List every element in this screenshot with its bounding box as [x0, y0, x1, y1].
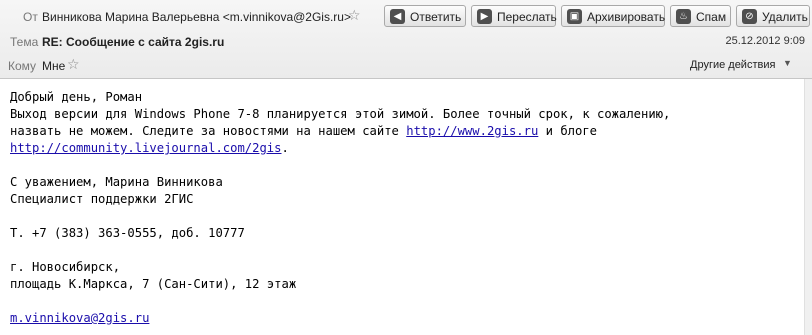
reply-label: Ответить [410, 10, 462, 24]
recipient-name[interactable]: Мне [42, 59, 65, 73]
other-actions-menu[interactable]: Другие действия ▼ [690, 58, 792, 71]
body-line-1: Выход версии для Windows Phone 7-8 плани… [10, 107, 671, 121]
from-row: От Винникова Марина Валерьевна <m.vinnik… [0, 0, 812, 32]
subject-label: Тема [10, 35, 39, 49]
sender-name[interactable]: Винникова Марина Валерьевна <m.vinnikova… [42, 10, 351, 24]
star-icon[interactable]: ☆ [348, 7, 361, 24]
city-line: г. Новосибирск, [10, 260, 121, 274]
reply-icon: ◀ [390, 9, 405, 24]
site-link[interactable]: http://www.2gis.ru [406, 124, 538, 138]
message-body: Добрый день, Роман Выход версии для Wind… [10, 89, 800, 327]
greeting-line: Добрый день, Роман [10, 90, 143, 104]
reply-button[interactable]: ◀ Ответить [384, 5, 466, 27]
body-line-3: http://community.livejournal.com/2gis. [10, 140, 800, 157]
other-actions-label: Другие действия [690, 59, 776, 71]
delete-label: Удалить [762, 10, 808, 24]
vertical-scrollbar[interactable] [804, 79, 812, 335]
spam-button[interactable]: ♨ Спам [670, 5, 731, 27]
archive-icon: ▣ [567, 9, 582, 24]
delete-icon: ⊘ [742, 9, 757, 24]
address-line: площадь К.Маркса, 7 (Сан-Сити), 12 этаж [10, 277, 297, 291]
message-header: От Винникова Марина Валерьевна <m.vinnik… [0, 0, 812, 79]
spam-icon: ♨ [676, 9, 691, 24]
spam-label: Спам [696, 10, 727, 24]
to-row: Кому Мне ☆ Другие действия ▼ [0, 53, 812, 77]
subject-text: RE: Сообщение с сайта 2gis.ru [42, 35, 225, 49]
to-label: Кому [8, 59, 37, 73]
forward-icon: ▶ [477, 9, 492, 24]
signature-line-1: С уважением, Марина Винникова [10, 175, 223, 189]
forward-button[interactable]: ▶ Переслать [471, 5, 557, 27]
archive-label: Архивировать [587, 10, 666, 24]
email-line: m.vinnikova@2gis.ru [10, 310, 800, 327]
signature-line-2: Специалист поддержки 2ГИС [10, 192, 194, 206]
blog-link[interactable]: http://community.livejournal.com/2gis [10, 141, 282, 155]
body-line-2-tail: и блоге [538, 124, 598, 138]
dropdown-caret-icon: ▼ [783, 58, 792, 68]
body-line-2: назвать не можем. Следите за новостями н… [10, 123, 800, 140]
body-line-2-text: назвать не можем. Следите за новостями н… [10, 124, 407, 138]
delete-button[interactable]: ⊘ Удалить [736, 5, 810, 27]
email-link[interactable]: m.vinnikova@2gis.ru [10, 311, 149, 325]
archive-button[interactable]: ▣ Архивировать [561, 5, 665, 27]
message-date: 25.12.2012 9:09 [725, 35, 805, 47]
forward-label: Переслать [497, 10, 557, 24]
body-line-3-tail: . [281, 141, 289, 155]
recipient-star-icon[interactable]: ☆ [67, 56, 80, 73]
subject-row: Тема RE: Сообщение с сайта 2gis.ru 25.12… [0, 32, 812, 52]
from-label: От [23, 10, 38, 24]
phone-line: Т. +7 (383) 363-0555, доб. 10777 [10, 226, 245, 240]
